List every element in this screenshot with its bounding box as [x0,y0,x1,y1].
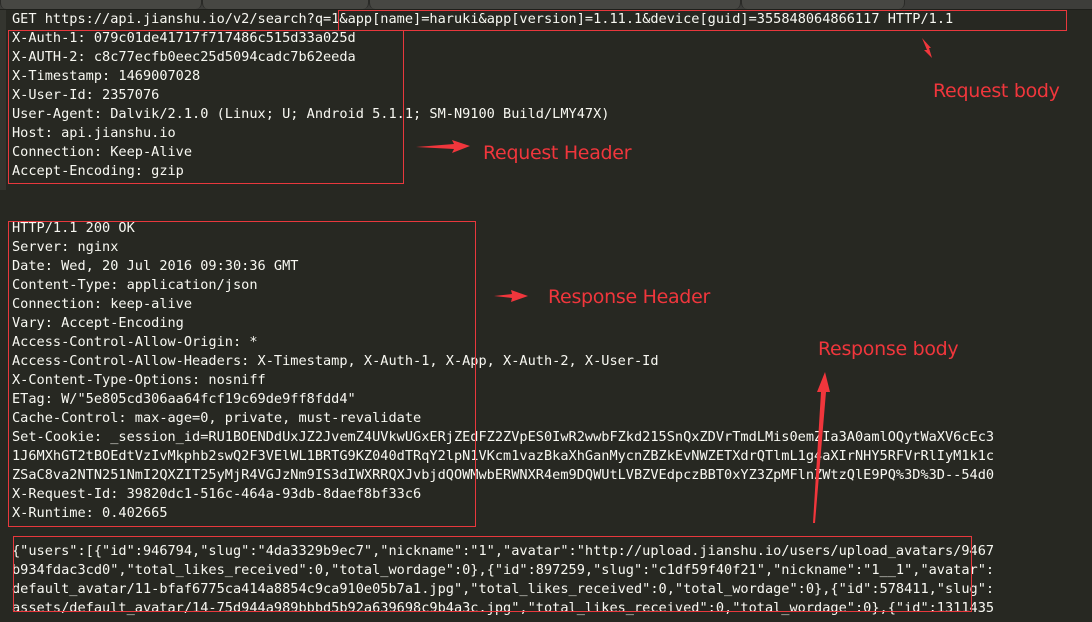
response-header-line: X-Runtime: 0.402665 [12,505,168,521]
response-headers: HTTP/1.1 200 OK Server: nginx Date: Wed, 2… [12,219,994,523]
request-header-arrow-icon [416,140,470,153]
editor-tab[interactable] [202,0,369,9]
response-header-arrow-icon [494,290,528,302]
request-header-line: User-Agent: Dalvik/2.1.0 (Linux; U; Andr… [12,106,610,122]
response-body-line: b934fdac3cd0","total_likes_received":0,"… [12,562,995,578]
request-line: GET https://api.jianshu.io/v2/search?q=1… [12,10,953,29]
request-header-line: X-Auth-1: 079c01de41717f717486c515d33a02… [12,30,356,46]
editor-tab[interactable] [0,0,202,9]
editor-tab[interactable] [369,0,741,9]
response-body-line: assets/default_avatar/14-75d944a989bbbd5… [12,600,995,616]
request-header-line: Host: api.jianshu.io [12,125,176,141]
response-header-line: HTTP/1.1 200 OK [12,220,135,236]
request-line-prefix: GET https://api.jianshu.io/v2/search? [12,11,315,27]
request-header-line: X-AUTH-2: c8c77ecfb0eec25d5094cadc7b62ee… [12,49,356,65]
request-header-line: X-Timestamp: 1469007028 [12,68,201,84]
response-header-line: Date: Wed, 20 Jul 2016 09:30:36 GMT [12,258,299,274]
response-header-line: X-Request-Id: 39820dc1-516c-464a-93db-8d… [12,486,422,502]
request-body-label: Request body [933,80,1060,102]
response-header-line: Cache-Control: max-age=0, private, must-… [12,410,422,426]
response-header-line: Set-Cookie: _session_id=RU1BOENDdUxJZ2Jv… [12,429,995,445]
request-header-label: Request Header [483,142,632,164]
request-body-arrow-icon [922,38,932,58]
editor-tab[interactable] [741,0,905,9]
response-header-line: Server: nginx [12,239,119,255]
response-header-label: Response Header [548,286,710,308]
response-header-line: ETag: W/"5e805cd306aa64fcf19c69de9ff8fdd… [12,391,356,407]
request-header-line: X-User-Id: 2357076 [12,87,160,103]
response-header-line: 1J6MXhGT2tBOEdtVzIvMkphb2swQ2F3VElWL1BRT… [12,448,995,464]
response-body-arrow-icon [813,372,830,523]
editor-tab-bar [0,0,1092,10]
response-body-line: default_avatar/11-bfaf6775ca414a8854c9ca… [12,581,995,597]
request-line-query: q=1&app[name]=haruki&app[version]=1.11.1… [314,11,954,27]
response-header-line: ZSaC8va2NTN251NmI2QXZIT25yMjR4VGJzNm9IS3… [12,467,995,483]
response-header-line: X-Content-Type-Options: nosniff [12,372,266,388]
scrollbar-gutter[interactable] [0,10,6,190]
response-header-line: Vary: Accept-Encoding [12,315,184,331]
response-body-line: {"users":[{"id":946794,"slug":"4da3329b9… [12,543,995,559]
request-header-line: Accept-Encoding: gzip [12,163,184,179]
response-body: {"users":[{"id":946794,"slug":"4da3329b9… [12,542,994,618]
response-body-label: Response body [818,338,959,360]
